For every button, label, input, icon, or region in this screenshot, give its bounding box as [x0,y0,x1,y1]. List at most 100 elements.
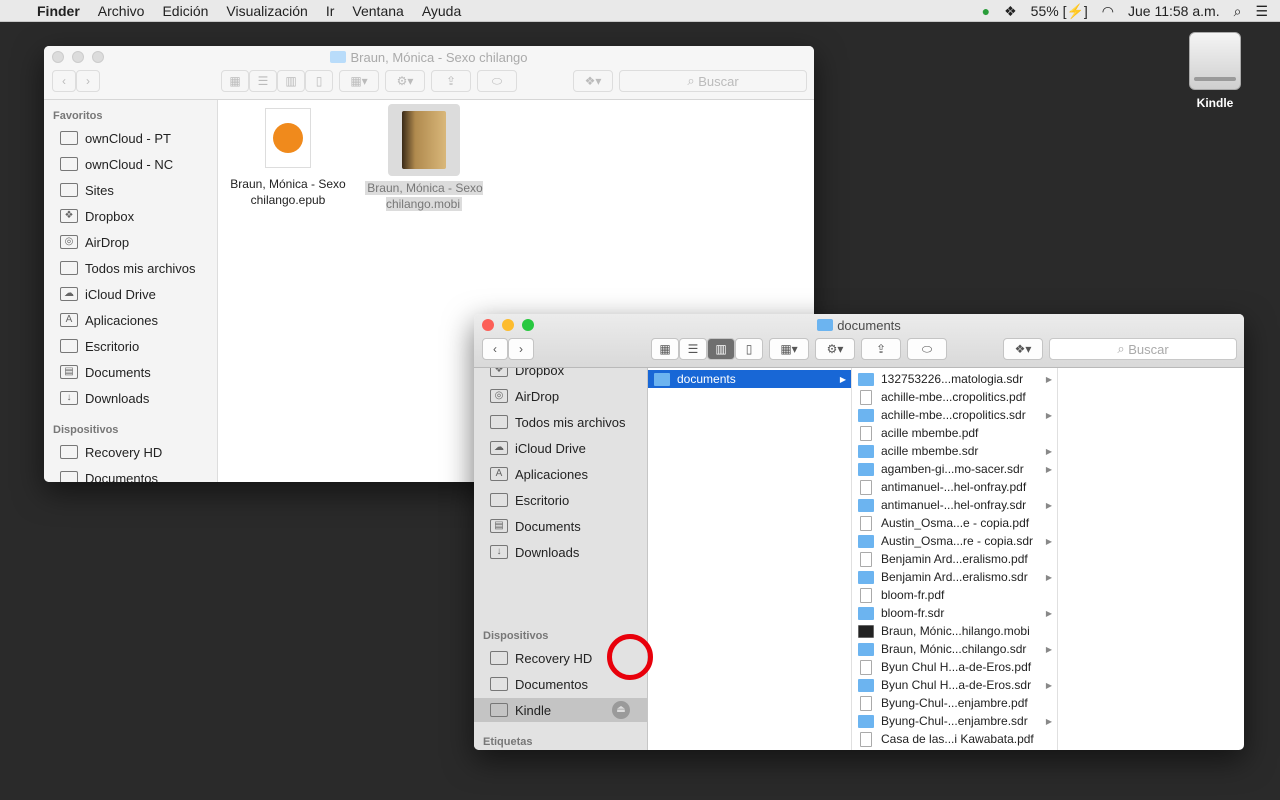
menu-finder[interactable]: Finder [28,3,89,19]
sidebar-item-documents[interactable]: ▤ Documents [474,514,647,538]
sidebar-item-escritorio[interactable]: Escritorio [474,488,647,512]
sidebar-item-documentos[interactable]: Documentos [44,466,217,482]
tags-button[interactable]: ⬭ [907,338,947,360]
menu-edicion[interactable]: Edición [153,3,217,19]
sidebar-item-icloud-drive[interactable]: ☁ iCloud Drive [474,436,647,460]
action-gear-button[interactable]: ⚙▾ [385,70,425,92]
file-row[interactable]: bloom-fr.sdr ▶ [852,604,1057,622]
forward-button[interactable]: › [508,338,534,360]
file-row[interactable]: antimanuel-...hel-onfray.pdf [852,478,1057,496]
file-row[interactable]: Byung-Chul-...enjambre.sdr ▶ [852,712,1057,730]
desktop-kindle-drive[interactable]: Kindle [1180,32,1250,110]
sidebar-item-todos-mis-archivos[interactable]: Todos mis archivos [44,256,217,280]
file-row[interactable]: achille-mbe...cropolitics.pdf [852,388,1057,406]
eject-icon[interactable]: ⏏ [612,701,630,719]
file-row[interactable]: bloom-fr.pdf [852,586,1057,604]
sidebar-item-dropbox[interactable]: ❖ Dropbox [474,368,647,382]
sidebar-item-airdrop[interactable]: ◎ AirDrop [474,384,647,408]
toolbar: documents ‹ › ▦ ☰ ▥ ▯ ▦▾ ⚙▾ ⇪ ⬭ ❖▾ ⌕ Bus… [474,314,1244,368]
file-row[interactable]: achille-mbe...cropolitics.sdr ▶ [852,406,1057,424]
view-list-button[interactable]: ☰ [679,338,707,360]
sidebar-item-aplicaciones[interactable]: A Aplicaciones [474,462,647,486]
dropbox-button[interactable]: ❖▾ [573,70,613,92]
file-row[interactable]: Braun, Mónic...chilango.sdr ▶ [852,640,1057,658]
file-row[interactable]: 132753226...matologia.sdr ▶ [852,370,1057,388]
sidebar-item-downloads[interactable]: ↓ Downloads [474,540,647,564]
window-title: Braun, Mónica - Sexo chilango [44,50,814,65]
menu-bar: Finder Archivo Edición Visualización Ir … [0,0,1280,22]
wifi-icon[interactable]: ◠ [1102,3,1114,20]
file-row[interactable]: documents ▶ [648,370,851,388]
file-name: Austin_Osma...e - copia.pdf [881,516,1030,530]
pdf-document-icon [860,731,872,747]
view-icons-button[interactable]: ▦ [221,70,249,92]
dropbox-button[interactable]: ❖▾ [1003,338,1043,360]
sidebar-item-escritorio[interactable]: Escritorio [44,334,217,358]
file-row[interactable]: Austin_Osma...re - copia.sdr ▶ [852,532,1057,550]
back-button[interactable]: ‹ [482,338,508,360]
search-input[interactable]: ⌕ Buscar [619,70,807,92]
view-icons-button[interactable]: ▦ [651,338,679,360]
arrange-button[interactable]: ▦▾ [339,70,379,92]
sidebar-item-sites[interactable]: Sites [44,178,217,202]
sidebar-item-owncloud-pt[interactable]: ownCloud - PT [44,126,217,150]
view-coverflow-button[interactable]: ▯ [305,70,333,92]
file-row[interactable]: antimanuel-...hel-onfray.sdr ▶ [852,496,1057,514]
file-item-epub[interactable]: Braun, Mónica - Sexo chilango.epub [228,108,348,208]
file-row[interactable]: Braun, Mónic...hilango.mobi [852,622,1057,640]
file-row[interactable]: agamben-gi...mo-sacer.sdr ▶ [852,460,1057,478]
sidebar-item-kindle[interactable]: Kindle ⏏ [474,698,647,722]
sidebar-item-owncloud-nc[interactable]: ownCloud - NC [44,152,217,176]
arrange-button[interactable]: ▦▾ [769,338,809,360]
notification-center-icon[interactable]: ☰ [1255,3,1268,20]
todos-mis-archivos-icon [60,261,78,275]
view-columns-button[interactable]: ▥ [277,70,305,92]
file-row[interactable]: acille mbembe.pdf [852,424,1057,442]
file-row[interactable]: Byun Chul H...a-de-Eros.pdf [852,658,1057,676]
file-row[interactable]: Byung-Chul-...enjambre.pdf [852,694,1057,712]
sidebar-item-icloud-drive[interactable]: ☁ iCloud Drive [44,282,217,306]
forward-button[interactable]: › [76,70,100,92]
clock[interactable]: Jue 11:58 a.m. [1128,3,1220,19]
share-button[interactable]: ⇪ [861,338,901,360]
file-row[interactable]: Austin_Osma...e - copia.pdf [852,514,1057,532]
view-coverflow-button[interactable]: ▯ [735,338,763,360]
dropbox-icon[interactable]: ❖ [1004,3,1017,20]
pdf-document-icon [860,659,872,675]
owncloud-status-icon[interactable]: ● [982,3,990,19]
file-row[interactable]: Benjamin Ard...eralismo.sdr ▶ [852,568,1057,586]
view-list-button[interactable]: ☰ [249,70,277,92]
folder-icon [654,372,670,386]
file-row[interactable]: Casa de las...i Kawabata.pdf [852,730,1057,748]
menu-archivo[interactable]: Archivo [89,3,154,19]
sidebar-item-documents[interactable]: ▤ Documents [44,360,217,384]
back-button[interactable]: ‹ [52,70,76,92]
file-row[interactable]: acille mbembe.sdr ▶ [852,442,1057,460]
file-item-mobi[interactable]: Braun, Mónica - Sexo chilango.mobi [364,104,484,212]
tags-button[interactable]: ⬭ [477,70,517,92]
file-name: Braun, Mónic...chilango.sdr [881,642,1027,656]
disclosure-arrow-icon: ▶ [1045,536,1052,546]
sidebar-item-dropbox[interactable]: ❖ Dropbox [44,204,217,228]
menu-ayuda[interactable]: Ayuda [413,3,470,19]
menu-ventana[interactable]: Ventana [343,3,412,19]
menu-ir[interactable]: Ir [317,3,344,19]
sidebar-item-downloads[interactable]: ↓ Downloads [44,386,217,410]
pdf-document-icon [860,515,872,531]
view-columns-button[interactable]: ▥ [707,338,735,360]
folder-icon [858,462,874,476]
folder-icon [858,372,874,386]
search-input[interactable]: ⌕ Buscar [1049,338,1237,360]
share-button[interactable]: ⇪ [431,70,471,92]
sidebar-item-aplicaciones[interactable]: A Aplicaciones [44,308,217,332]
sidebar-item-recovery-hd[interactable]: Recovery HD [44,440,217,464]
file-row[interactable]: Byun Chul H...a-de-Eros.sdr ▶ [852,676,1057,694]
file-row[interactable]: Benjamin Ard...eralismo.pdf [852,550,1057,568]
sidebar-item-airdrop[interactable]: ◎ AirDrop [44,230,217,254]
battery-charging-icon[interactable]: [⚡] [1063,3,1088,19]
menu-visualizacion[interactable]: Visualización [217,3,316,19]
spotlight-search-icon[interactable]: ⌕ [1234,3,1242,20]
documents-icon: ▤ [490,519,508,533]
action-gear-button[interactable]: ⚙▾ [815,338,855,360]
sidebar-item-todos-mis-archivos[interactable]: Todos mis archivos [474,410,647,434]
